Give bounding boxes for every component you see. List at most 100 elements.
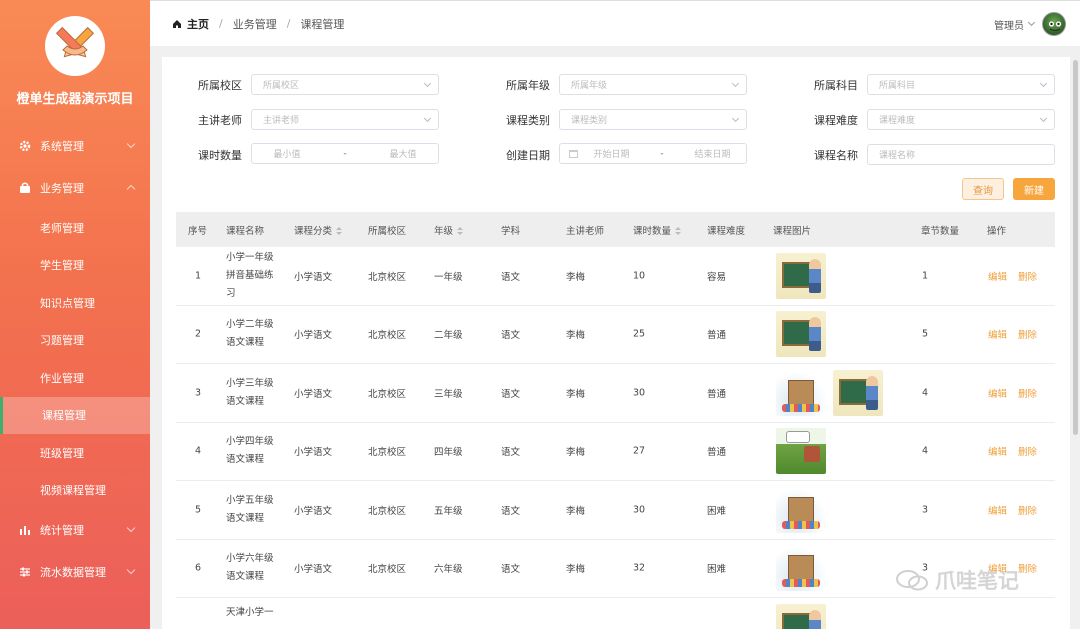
grade-select[interactable]: 所属年级 <box>559 74 747 95</box>
cell-name: 小学二年级语文课程 <box>226 319 274 349</box>
course-image-board[interactable] <box>776 311 826 358</box>
edit-button[interactable]: 编辑 <box>988 503 1007 517</box>
cell-no: 3 <box>195 387 202 399</box>
cell-no: 2 <box>195 328 202 340</box>
delete-button[interactable]: 删除 <box>1018 561 1037 575</box>
col-chapters: 章节数量 <box>921 225 960 237</box>
cell-category: 小学语文 <box>294 330 333 342</box>
course-image-board[interactable] <box>776 604 826 629</box>
type-select[interactable]: 课程类别 <box>559 109 747 130</box>
col-category[interactable]: 课程分类 <box>294 223 343 237</box>
sub-item-course[interactable]: 课程管理 <box>0 396 150 434</box>
delete-button[interactable]: 删除 <box>1018 386 1037 400</box>
chevron-down-icon <box>126 523 136 533</box>
cell-difficulty: 普通 <box>707 447 727 459</box>
edit-button[interactable]: 编辑 <box>988 327 1007 341</box>
course-image-board[interactable] <box>776 252 826 299</box>
cell-difficulty: 普通 <box>707 330 727 342</box>
cell-chapters: 4 <box>922 387 929 399</box>
cell-subject: 语文 <box>501 388 521 400</box>
course-image-board[interactable] <box>833 369 883 416</box>
cell-subject: 语文 <box>501 330 521 342</box>
date-start-input[interactable]: 开始日期 <box>593 147 629 160</box>
subject-select[interactable]: 所属科目 <box>867 74 1055 95</box>
edit-button[interactable]: 编辑 <box>988 269 1007 283</box>
col-difficulty: 课程难度 <box>707 225 746 237</box>
sub-item-exercise[interactable]: 习题管理 <box>0 322 150 360</box>
sub-item-student[interactable]: 学生管理 <box>0 247 150 285</box>
menu-business[interactable]: 业务管理 <box>0 167 150 209</box>
col-image: 课程图片 <box>773 225 812 237</box>
menu-label: 业务管理 <box>40 182 84 195</box>
avatar[interactable] <box>1042 12 1066 36</box>
edit-button[interactable]: 编辑 <box>988 386 1007 400</box>
cell-images <box>776 252 826 299</box>
cell-hours: 32 <box>633 562 646 574</box>
table-row: 1 小学一年级拼音基础练习 小学语文 北京校区 一年级 语文 李梅 10 容易 1 编辑 删除 <box>176 247 1055 306</box>
sub-item-class[interactable]: 班级管理 <box>0 434 150 472</box>
edit-button[interactable]: 编辑 <box>988 444 1007 458</box>
menu-system[interactable]: 系统管理 <box>0 125 150 167</box>
breadcrumb-business[interactable]: 业务管理 <box>233 16 277 32</box>
filter-grade-label: 所属年级 <box>506 79 550 92</box>
cell-images <box>776 486 826 533</box>
col-grade[interactable]: 年级 <box>434 223 464 237</box>
menu-flow-data[interactable]: 流水数据管理 <box>0 551 150 593</box>
hours-max-input[interactable]: 最大值 <box>390 147 417 160</box>
user-menu[interactable]: 管理员 <box>994 12 1066 36</box>
new-button[interactable]: 新建 <box>1013 178 1055 200</box>
col-subject: 学科 <box>501 225 521 237</box>
bag-icon <box>18 181 32 195</box>
sub-item-knowledge[interactable]: 知识点管理 <box>0 284 150 322</box>
breadcrumb-home[interactable]: 主页 <box>172 16 209 32</box>
course-image-school[interactable] <box>776 545 826 592</box>
date-range-picker[interactable]: 开始日期 - 结束日期 <box>559 143 747 164</box>
delete-button[interactable]: 删除 <box>1018 269 1037 283</box>
cell-chapters: 4 <box>922 445 929 457</box>
teacher-select[interactable]: 主讲老师 <box>251 109 439 130</box>
filter-date-label: 创建日期 <box>506 149 550 162</box>
cell-chapters: 1 <box>922 270 929 282</box>
sort-icon[interactable] <box>336 227 343 235</box>
sub-item-teacher[interactable]: 老师管理 <box>0 209 150 247</box>
chevron-down-icon <box>1027 18 1036 27</box>
content-card: 所属校区 所属校区 所属年级 所属年级 所属科目 所属科目 主讲老师 主讲老师 … <box>162 57 1070 629</box>
campus-select[interactable]: 所属校区 <box>251 74 439 95</box>
difficulty-select[interactable]: 课程难度 <box>867 109 1055 130</box>
cell-category: 小学语文 <box>294 388 333 400</box>
delete-button[interactable]: 删除 <box>1018 444 1037 458</box>
delete-button[interactable]: 删除 <box>1018 503 1037 517</box>
query-button[interactable]: 查询 <box>962 178 1004 200</box>
table-row: 天津小学一 <box>176 598 1055 629</box>
menu-label: 流水数据管理 <box>40 566 106 579</box>
sub-item-homework[interactable]: 作业管理 <box>0 359 150 397</box>
filter-type-label: 课程类别 <box>506 114 550 127</box>
course-name-input[interactable]: 课程名称 <box>867 144 1055 165</box>
cell-campus: 北京校区 <box>368 388 407 400</box>
course-image-school[interactable] <box>776 369 826 416</box>
course-image-school[interactable] <box>776 486 826 533</box>
menu-statistics[interactable]: 统计管理 <box>0 509 150 551</box>
delete-button[interactable]: 删除 <box>1018 327 1037 341</box>
user-name: 管理员 <box>994 20 1024 32</box>
date-end-input[interactable]: 结束日期 <box>695 147 731 160</box>
scrollbar[interactable] <box>1073 60 1078 435</box>
hours-min-input[interactable]: 最小值 <box>273 147 300 160</box>
course-image-garden[interactable] <box>776 428 826 475</box>
col-hours[interactable]: 课时数量 <box>633 223 682 237</box>
chevron-up-icon <box>126 184 136 194</box>
cell-grade: 一年级 <box>434 271 463 283</box>
cell-name: 小学四年级语文课程 <box>226 436 274 466</box>
hours-range-input[interactable]: 最小值 - 最大值 <box>251 143 439 164</box>
table-row: 4 小学四年级语文课程 小学语文 北京校区 四年级 语文 李梅 27 普通 4 编辑 删除 <box>176 423 1055 481</box>
chevron-down-icon <box>1039 114 1048 123</box>
sort-icon[interactable] <box>675 227 682 235</box>
sort-icon[interactable] <box>457 227 464 235</box>
sub-item-video-course[interactable]: 视频课程管理 <box>0 472 150 510</box>
cell-teacher: 李梅 <box>566 564 586 576</box>
cell-images <box>776 428 826 475</box>
cell-no: 5 <box>195 504 202 516</box>
cell-grade: 四年级 <box>434 447 463 459</box>
col-no: 序号 <box>188 225 208 237</box>
cell-teacher: 李梅 <box>566 447 586 459</box>
